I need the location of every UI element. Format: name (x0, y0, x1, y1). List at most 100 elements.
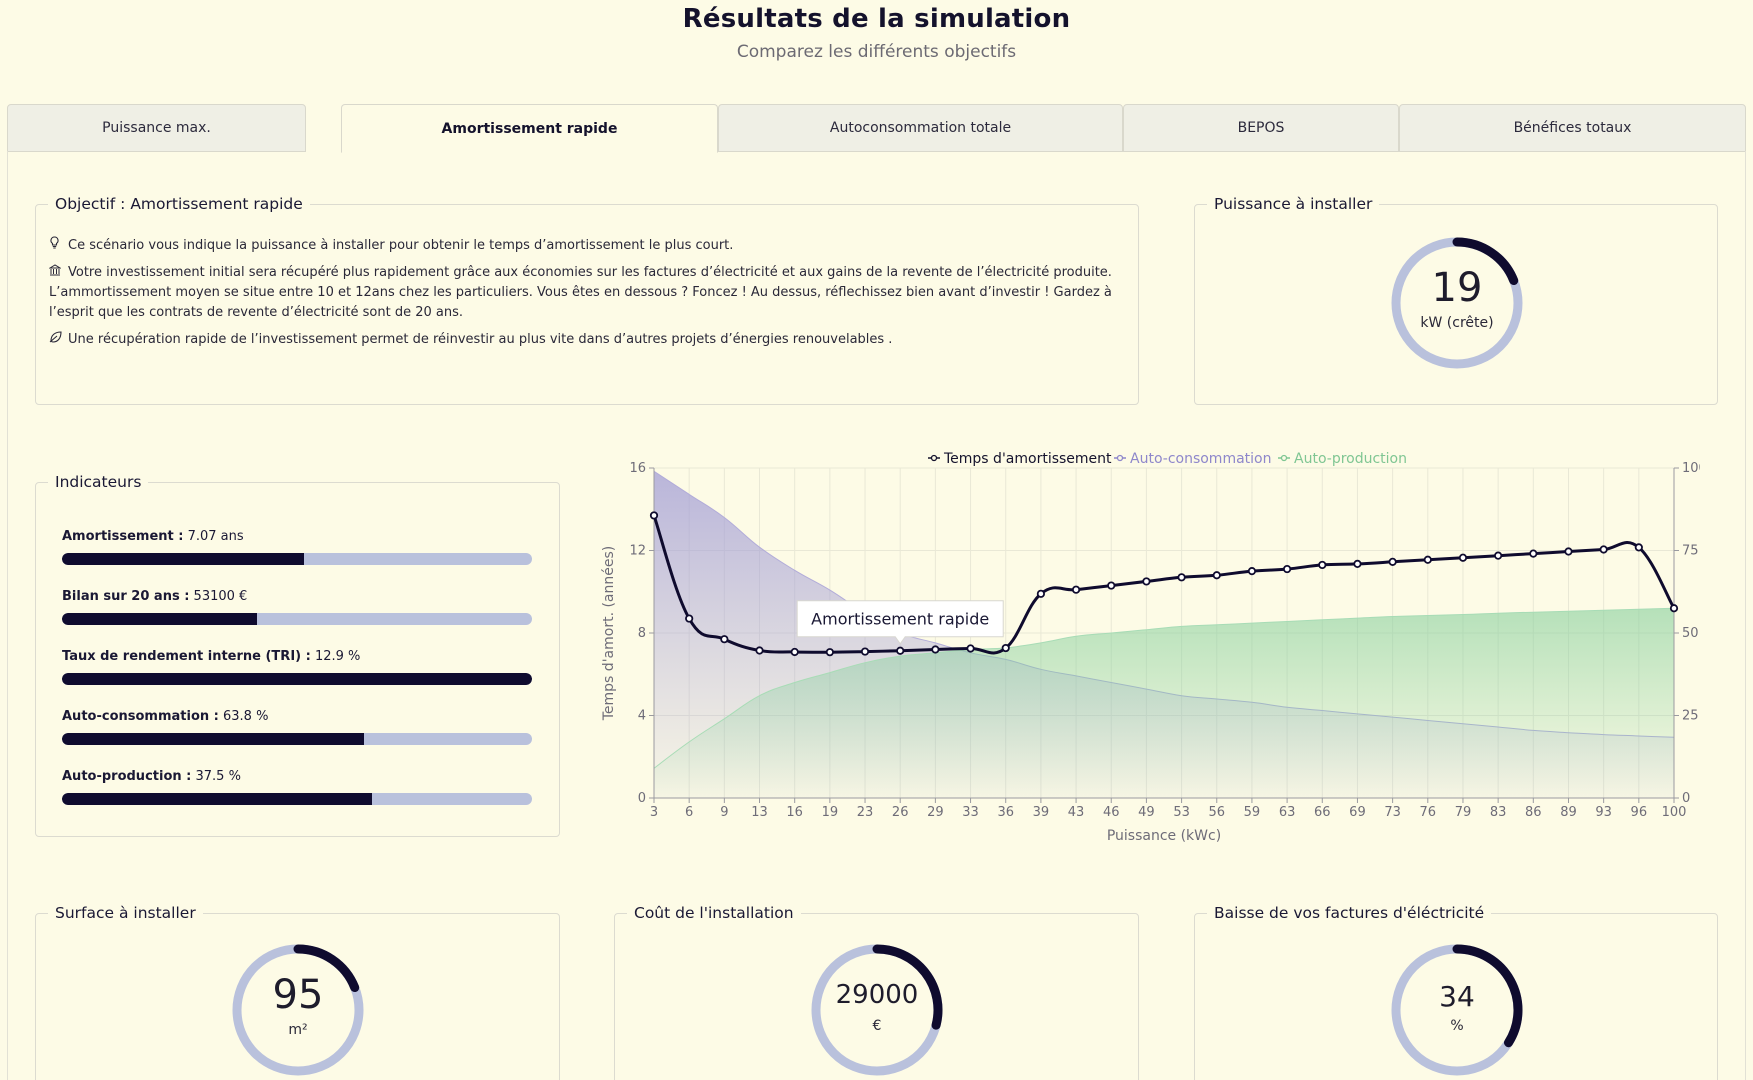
temps-amortissement-point[interactable] (931, 645, 940, 654)
payback-chart[interactable]: 3 6 9 13 16 19 23 26 29 33 36 39 43 46 49 53 56 59 63 66 69 7… (590, 440, 1700, 850)
indicator-bar (62, 793, 532, 805)
temps-amortissement-point[interactable] (1458, 553, 1468, 562)
indicator-row: Auto-consommation : 63.8 % (62, 709, 532, 745)
indicator-bar (62, 733, 532, 745)
savings-unit: % (1450, 1018, 1464, 1034)
indicator-value: 63.8 % (218, 709, 269, 724)
tab-bepos[interactable]: BEPOS (1123, 104, 1399, 152)
cost-value: 29000 (835, 980, 919, 1010)
x-tick-label: 13 (751, 805, 768, 820)
temps-amortissement-point[interactable] (649, 511, 659, 520)
indicators-panel: Indicateurs Amortissement : 7.07 ans Bila… (35, 473, 560, 837)
legend-label: Auto-consommation (1130, 451, 1271, 467)
temps-amortissement-point[interactable] (790, 647, 799, 657)
x-tick-label: 23 (857, 805, 874, 820)
temps-amortissement-point[interactable] (1212, 571, 1221, 580)
temps-amortissement-point[interactable] (1283, 564, 1292, 574)
temps-amortissement-point[interactable] (1177, 573, 1186, 582)
x-tick-label: 3 (650, 805, 658, 820)
surface-legend: Surface à installer (55, 904, 196, 922)
y2-tick-label: 100 (1682, 461, 1700, 476)
power-gauge: 19 kW (crête) (1389, 235, 1525, 371)
x-tick-label: 96 (1631, 805, 1648, 820)
temps-amortissement-point[interactable] (720, 635, 729, 644)
temps-amortissement-point[interactable] (1318, 560, 1327, 570)
indicator-row: Taux de rendement interne (TRI) : 12.9 % (62, 649, 532, 685)
cost-panel: Coût de l'installation 29000 € (614, 904, 1139, 1080)
indicator-label: Auto-production : 37.5 % (62, 769, 532, 784)
indicator-row: Auto-production : 37.5 % (62, 769, 532, 805)
cost-unit: € (872, 1018, 882, 1034)
y-tick-label: 4 (638, 709, 646, 724)
x-tick-label: 69 (1349, 805, 1366, 820)
objective-line-2: Votre investissement initial sera récupé… (48, 262, 1129, 323)
tab-autoconsommation-totale[interactable]: Autoconsommation totale (718, 104, 1123, 152)
x-tick-label: 56 (1208, 805, 1225, 820)
temps-amortissement-point[interactable] (1036, 589, 1045, 598)
x-tick-label: 100 (1662, 805, 1687, 820)
x-tick-label: 16 (786, 805, 803, 820)
legend-item[interactable]: Auto-consommation (1114, 451, 1271, 467)
indicator-bar (62, 673, 532, 685)
temps-amortissement-point[interactable] (1634, 543, 1643, 552)
cost-legend: Coût de l'installation (634, 904, 794, 922)
indicator-label: Auto-consommation : 63.8 % (62, 709, 532, 724)
temps-amortissement-point[interactable] (1142, 577, 1151, 586)
x-tick-label: 19 (822, 805, 839, 820)
temps-amortissement-point[interactable] (966, 644, 975, 653)
indicators-legend: Indicateurs (55, 473, 142, 491)
indicator-bar-fill (62, 733, 365, 745)
legend-item[interactable]: Temps d'amortissement (928, 451, 1112, 467)
temps-amortissement-point[interactable] (1388, 557, 1397, 566)
temps-amortissement-point[interactable] (1071, 585, 1081, 594)
indicator-name: Amortissement : (62, 529, 184, 544)
x-tick-label: 29 (927, 805, 944, 820)
bank-icon (48, 262, 63, 282)
legend-marker (1116, 454, 1124, 462)
savings-value: 34 (1439, 980, 1475, 1013)
temps-amortissement-point[interactable] (1247, 567, 1257, 576)
temps-amortissement-point[interactable] (1423, 555, 1432, 564)
temps-amortissement-point[interactable] (685, 614, 694, 623)
temps-amortissement-point[interactable] (1107, 581, 1116, 590)
temps-amortissement-point[interactable] (1564, 547, 1573, 556)
objective-line-2-text: Votre investissement initial sera récupé… (49, 265, 1112, 320)
x-tick-label: 66 (1314, 805, 1331, 820)
indicator-value: 53100 € (189, 589, 248, 604)
legend-item[interactable]: Auto-production (1278, 451, 1407, 467)
indicator-name: Taux de rendement interne (TRI) : (62, 649, 311, 664)
temps-amortissement-point[interactable] (896, 646, 905, 655)
power-unit: kW (crête) (1420, 315, 1494, 331)
x-tick-label: 63 (1279, 805, 1296, 820)
indicator-label: Taux de rendement interne (TRI) : 12.9 % (62, 649, 532, 664)
tab-amortissement-rapide[interactable]: Amortissement rapide (341, 104, 718, 153)
temps-amortissement-point[interactable] (1669, 604, 1679, 613)
surface-value: 95 (272, 972, 324, 1018)
temps-amortissement-point[interactable] (755, 646, 764, 655)
temps-amortissement-point[interactable] (860, 647, 870, 656)
savings-panel: Baisse de vos factures d'éléctricité 34 … (1194, 904, 1718, 1080)
indicator-label: Bilan sur 20 ans : 53100 € (62, 589, 532, 604)
temps-amortissement-point[interactable] (1529, 549, 1538, 558)
temps-amortissement-point[interactable] (1494, 551, 1503, 560)
savings-gauge: 34 % (1389, 942, 1525, 1078)
tab-puissance-max[interactable]: Puissance max. (7, 104, 306, 152)
x-tick-label: 6 (685, 805, 693, 820)
temps-amortissement-point[interactable] (1599, 545, 1608, 554)
legend-label: Auto-production (1294, 451, 1407, 467)
temps-amortissement-point[interactable] (1001, 643, 1010, 653)
y-tick-label: 12 (629, 544, 646, 559)
objective-line-3: Une récupération rapide de l’investissem… (49, 329, 1129, 350)
indicator-bar-fill (62, 673, 532, 685)
x-tick-label: 46 (1103, 805, 1120, 820)
indicator-row: Amortissement : 7.07 ans (62, 529, 532, 565)
temps-amortissement-point[interactable] (1353, 559, 1362, 569)
temps-amortissement-point[interactable] (825, 648, 834, 657)
tab-benefices-totaux[interactable]: Bénéfices totaux (1399, 104, 1746, 152)
y2-tick-label: 25 (1682, 709, 1699, 724)
surface-panel: Surface à installer 95 m² (35, 904, 560, 1080)
indicator-bar (62, 553, 532, 565)
x-tick-label: 53 (1173, 805, 1190, 820)
x-tick-label: 79 (1455, 805, 1472, 820)
objective-line-3-text: Une récupération rapide de l’investissem… (68, 332, 893, 347)
